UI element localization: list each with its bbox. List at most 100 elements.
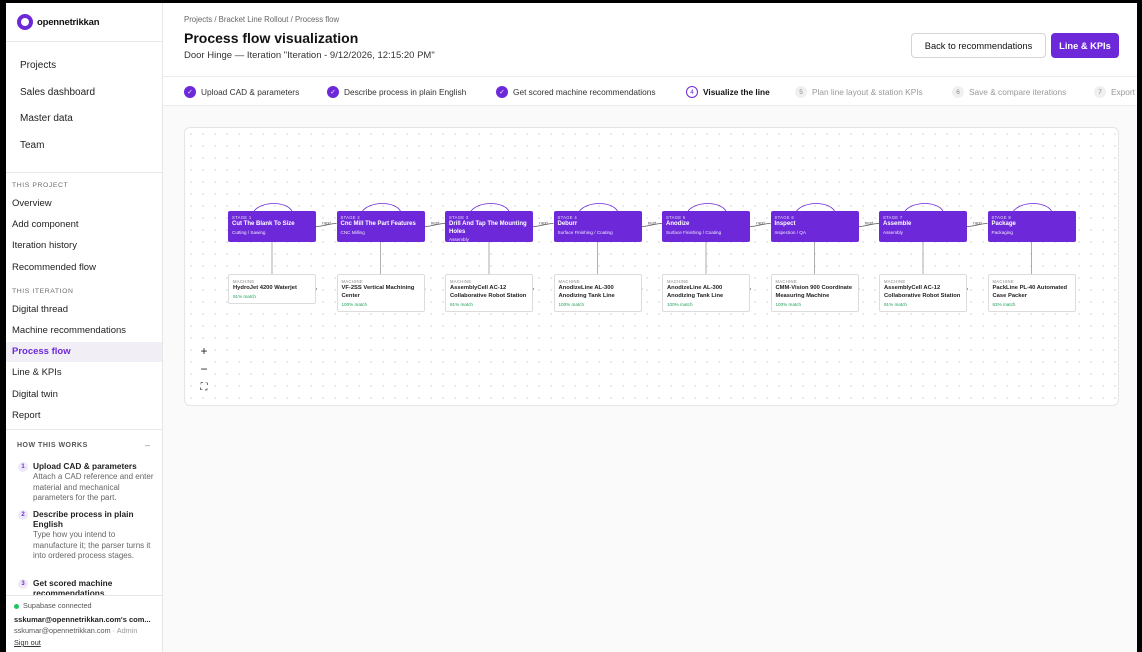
progress-stepper: ✓ Upload CAD & parameters ✓ Describe proces… [163, 76, 1137, 106]
machine-match: 100% match [667, 301, 693, 307]
machine-tag: MACHINE [667, 279, 689, 284]
step-number: 1 [18, 462, 28, 472]
machine-match: 63% match [992, 301, 1016, 307]
machine-match: 100% match [775, 301, 802, 307]
stage-loop-edge [687, 203, 727, 212]
machine-match: 91% match [450, 301, 473, 307]
nav-sales-dashboard[interactable]: Sales dashboard [20, 87, 95, 98]
nav-team[interactable]: Team [20, 140, 44, 151]
progress-step-2[interactable]: ✓ Describe process in plain English [327, 85, 466, 99]
sign-out-link[interactable]: Sign out [14, 638, 41, 647]
nav-process-flow[interactable]: Process flow [6, 342, 162, 362]
step-number: 5 [795, 86, 807, 98]
nav-iteration-history[interactable]: Iteration history [6, 236, 162, 256]
stage-loop-edge [253, 203, 293, 212]
stage-node[interactable]: STAGE 6 Inspect Inspection / QA [770, 211, 859, 242]
nav-overview[interactable]: Overview [6, 194, 162, 214]
next-edge-label: next [973, 221, 982, 226]
brand-logo[interactable]: opennetrikkan [17, 13, 100, 31]
machine-name: AssemblyCell AC-12 Collaborative Robot S… [884, 285, 961, 299]
stage-category: Surface Finishing / Coating [557, 229, 613, 235]
line-kpis-button[interactable]: Line & KPIs [1051, 33, 1119, 58]
progress-step-label: Visualize the line [703, 87, 770, 97]
nav-machine-recommendations[interactable]: Machine recommendations [6, 321, 162, 341]
account-email-line: sskumar@opennetrikkan.com · Admin [14, 626, 137, 635]
machine-tag: MACHINE [558, 279, 580, 284]
machine-node[interactable]: MACHINE VF-2SS Vertical Machining Center 1… [336, 274, 425, 312]
stage-tag: STAGE 5 [666, 215, 686, 220]
zoom-in-button[interactable]: + [196, 343, 212, 359]
step-title: Describe process in plain English [33, 509, 134, 529]
stage-name: Package [991, 221, 1016, 227]
nav-line-kpis[interactable]: Line & KPIs [6, 363, 162, 383]
status-dot-icon [14, 604, 19, 609]
machine-node[interactable]: MACHINE HydroJet 4200 Waterjet 91% match [228, 274, 316, 304]
breadcrumb[interactable]: Projects / Bracket Line Rollout / Proces… [184, 15, 339, 24]
nav-recommended-flow[interactable]: Recommended flow [6, 258, 162, 278]
stage-tag: STAGE 2 [340, 215, 360, 220]
stage-tag: STAGE 7 [883, 215, 903, 220]
step-description: Attach a CAD reference and enter materia… [33, 472, 154, 502]
step-number: 3 [18, 579, 28, 589]
nav-projects[interactable]: Projects [20, 60, 56, 71]
machine-node[interactable]: MACHINE PackLine PL-40 Automated Case Pac… [987, 274, 1076, 312]
stage-loop-edge [1013, 203, 1052, 212]
back-to-recommendations-button[interactable]: Back to recommendations [911, 33, 1046, 58]
nav-digital-thread[interactable]: Digital thread [6, 300, 162, 320]
step-title: Get scored machine recommendations [33, 578, 113, 595]
account-email: sskumar@opennetrikkan.com [14, 626, 111, 635]
next-edge-label: next [756, 221, 765, 226]
machine-name: VF-2SS Vertical Machining Center [341, 285, 415, 299]
fit-view-button[interactable]: ⛶ [196, 379, 212, 395]
nav-digital-twin[interactable]: Digital twin [6, 385, 162, 405]
stage-node[interactable]: STAGE 7 Assemble Assembly [879, 211, 967, 242]
progress-step-3[interactable]: ✓ Get scored machine recommendations [496, 85, 656, 99]
stage-node[interactable]: STAGE 4 Deburr Surface Finishing / Coating [553, 211, 642, 242]
how-this-works-title: HOW THIS WORKS [17, 442, 88, 449]
next-edge-label: next [648, 221, 657, 226]
nav-master-data[interactable]: Master data [20, 113, 73, 124]
step-number: 2 [18, 510, 28, 520]
machine-node[interactable]: MACHINE AssemblyCell AC-12 Collaborative … [879, 274, 967, 312]
zoom-out-button[interactable]: − [196, 361, 212, 377]
stage-node[interactable]: STAGE 1 Cut The Blank To Size Cutting / Sa… [228, 211, 316, 242]
flow-canvas[interactable]: next next next next next next next STAGE 1 Cut … [184, 127, 1119, 406]
step-number: 6 [952, 86, 964, 98]
stage-node[interactable]: STAGE 8 Package Packaging [987, 211, 1076, 242]
next-edge-label: next [865, 221, 874, 226]
progress-step-4[interactable]: 4 Visualize the line [686, 85, 770, 99]
machine-node[interactable]: MACHINE CMM-Vision 900 Coordinate Measuri… [770, 274, 859, 312]
stage-name: Drill And Tap The Mounting Holes [449, 221, 527, 235]
progress-step-1[interactable]: ✓ Upload CAD & parameters [184, 85, 299, 99]
machine-node[interactable]: MACHINE AssemblyCell AC-12 Collaborative … [445, 274, 533, 312]
step-number: 7 [1094, 86, 1106, 98]
machine-tag: MACHINE [450, 279, 472, 284]
machine-node[interactable]: MACHINE AnodizeLine AL-300 Anodizing Tank… [553, 274, 642, 312]
stage-category: Assembly [449, 237, 469, 242]
stage-node[interactable]: STAGE 5 Anodize Surface Finishing / Coatin… [662, 211, 750, 242]
stage-category: Packaging [991, 229, 1013, 235]
stage-node[interactable]: STAGE 2 Cnc Mill The Part Features CNC Mil… [336, 211, 425, 242]
progress-step-label: Describe process in plain English [344, 87, 467, 97]
machine-name: HydroJet 4200 Waterjet [233, 285, 297, 291]
stage-name: Cut The Blank To Size [232, 221, 295, 227]
machine-name: AnodizeLine AL-300 Anodizing Tank Line [558, 285, 615, 299]
progress-step-7[interactable]: 7 Export [1094, 85, 1135, 99]
stage-name: Deburr [557, 221, 578, 227]
progress-step-label: Save & compare iterations [969, 87, 1067, 97]
stage-node[interactable]: STAGE 3 Drill And Tap The Mounting Holes A… [445, 211, 533, 242]
step-description: Type how you intend to manufacture it; t… [33, 530, 151, 560]
divider [6, 172, 163, 173]
divider [6, 429, 163, 430]
stage-tag: STAGE 6 [774, 215, 794, 220]
main-content: Projects / Bracket Line Rollout / Proces… [163, 3, 1137, 652]
nav-add-component[interactable]: Add component [6, 215, 162, 235]
collapse-icon[interactable]: – [145, 440, 150, 450]
machine-node[interactable]: MACHINE AnodizeLine AL-300 Anodizing Tank… [662, 274, 750, 312]
account-name[interactable]: sskumar@opennetrikkan.com's com... [14, 615, 151, 624]
progress-step-5[interactable]: 5 Plan line layout & station KPIs [795, 85, 923, 99]
progress-step-label: Plan line layout & station KPIs [812, 87, 923, 97]
progress-step-6[interactable]: 6 Save & compare iterations [952, 85, 1066, 99]
nav-report[interactable]: Report [6, 406, 162, 426]
machine-name: PackLine PL-40 Automated Case Packer [992, 285, 1068, 299]
